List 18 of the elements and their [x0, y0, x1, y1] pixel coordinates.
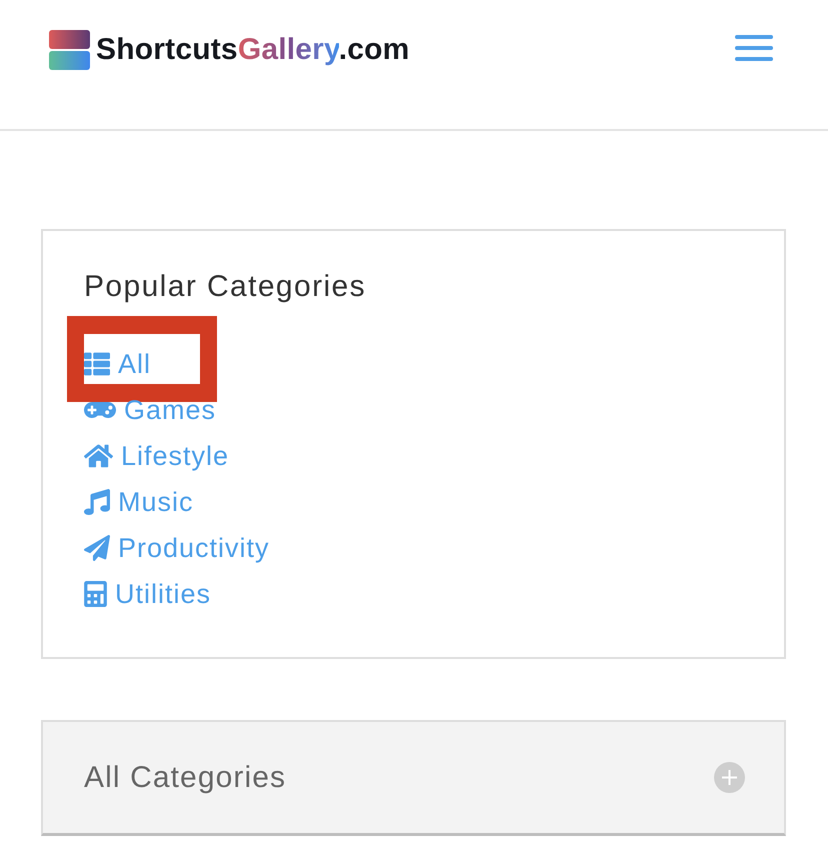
- category-link[interactable]: Utilities: [84, 578, 212, 610]
- music-note-icon: [84, 489, 110, 515]
- all-categories-panel[interactable]: All Categories: [41, 720, 786, 836]
- paper-plane-icon: [84, 535, 110, 561]
- logo-text[interactable]: ShortcutsGallery.com: [96, 30, 410, 70]
- card-title: Popular Categories: [84, 269, 368, 305]
- list-icon: [84, 351, 110, 377]
- house-icon: [84, 443, 113, 469]
- category-link[interactable]: All: [84, 348, 152, 380]
- plus-circle-icon[interactable]: [714, 762, 745, 793]
- category-link[interactable]: Lifestyle: [84, 440, 230, 472]
- panel-title: All Categories: [84, 760, 286, 796]
- calculator-icon: [84, 581, 107, 607]
- category-link[interactable]: Music: [84, 486, 194, 518]
- category-link[interactable]: Games: [84, 394, 216, 426]
- menu-icon[interactable]: [735, 33, 773, 63]
- category-link[interactable]: Productivity: [84, 532, 270, 564]
- logo-icon: [49, 30, 90, 70]
